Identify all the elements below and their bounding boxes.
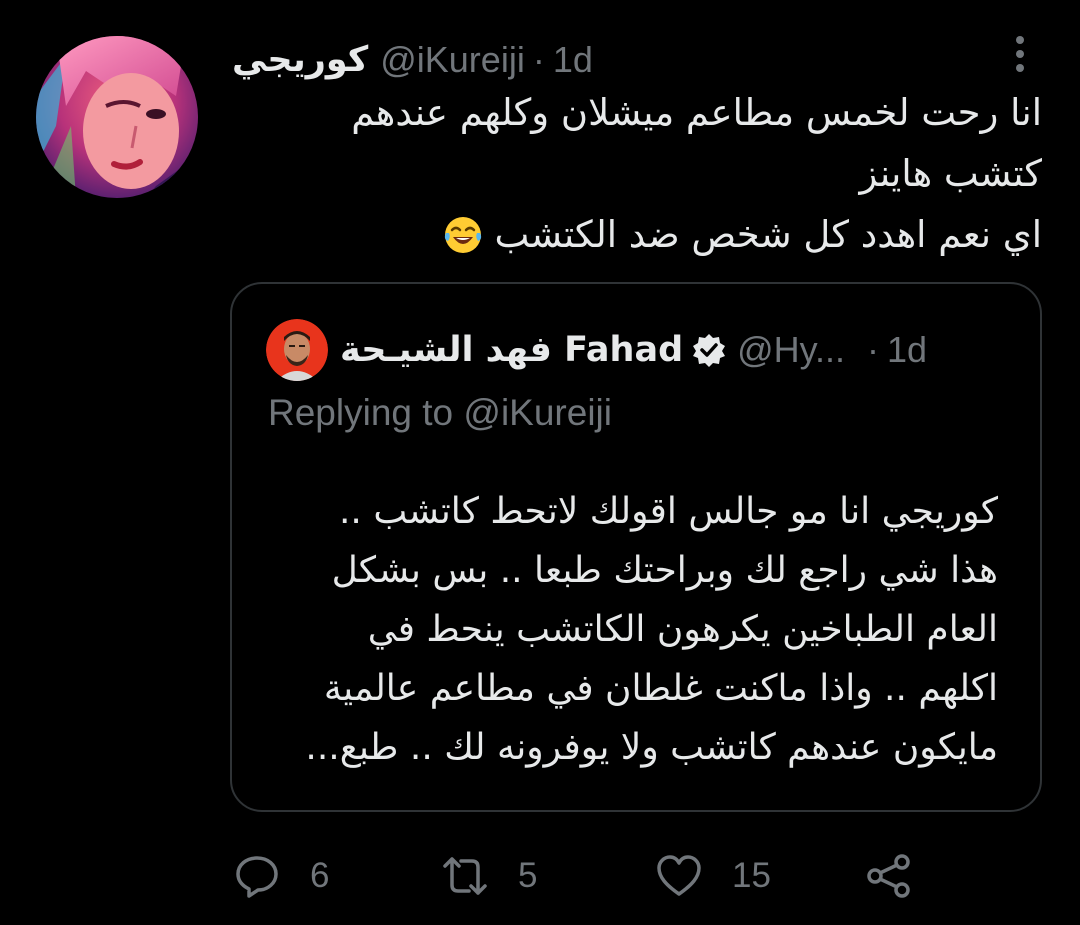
- author-display-name[interactable]: كوريجي: [232, 40, 368, 80]
- retweet-button[interactable]: 5: [442, 846, 537, 906]
- tweet-text-line: اي نعم اهدد كل شخص ضد الكتشب: [232, 204, 1042, 265]
- quoted-text-line: مايكون عندهم كاتشب ولا يوفرونه لك .. طبع…: [305, 727, 998, 768]
- heart-icon: [657, 855, 701, 896]
- quoted-author-avatar[interactable]: [266, 319, 328, 381]
- replying-to-label: Replying to: [268, 392, 454, 433]
- replying-to-line: Replying to @iKureiji: [268, 392, 612, 434]
- like-count: 15: [732, 856, 771, 895]
- quoted-tweet-header: فهد الشيـحة Fahad @Hy... · 1d: [266, 319, 1006, 381]
- tweet-actions: 6 5 15: [234, 846, 934, 906]
- reply-count: 6: [310, 856, 330, 895]
- author-handle[interactable]: @iKureiji: [380, 39, 525, 81]
- tweet-text: انا رحت لخمس مطاعم ميشلان وكلهم عندهم كت…: [232, 82, 1042, 265]
- retweet-icon: [443, 857, 487, 895]
- quoted-text-line: هذا شي راجع لك وبراحتك طبعا .. بس بشكل: [331, 550, 998, 591]
- quoted-text-line: العام الطباخين يكرهون الكاتشب ينحط في: [367, 609, 998, 650]
- more-vertical-icon[interactable]: [1006, 34, 1034, 74]
- tweet-text-line-content: اي نعم اهدد كل شخص ضد الكتشب: [494, 213, 1042, 256]
- quoted-tweet-text: كوريجي انا مو جالس اقولك لاتحط كاتشب .. …: [258, 482, 998, 777]
- reply-bubble-icon: [236, 856, 278, 898]
- replying-to-mention[interactable]: @iKureiji: [463, 392, 612, 433]
- reply-button[interactable]: 6: [234, 846, 329, 906]
- tweet-timestamp[interactable]: 1d: [553, 39, 593, 81]
- tweet-text-line: انا رحت لخمس مطاعم ميشلان وكلهم عندهم: [351, 91, 1042, 134]
- share-button[interactable]: [866, 846, 912, 906]
- quoted-tweet[interactable]: فهد الشيـحة Fahad @Hy... · 1d Replying t…: [230, 282, 1042, 812]
- tweet[interactable]: كوريجي @iKureiji · 1d انا رحت لخمس مطاعم…: [0, 0, 1080, 925]
- laughing-crying-emoji-icon: [443, 212, 483, 253]
- like-button[interactable]: 15: [656, 846, 771, 906]
- tweet-header: كوريجي @iKureiji · 1d: [232, 30, 593, 90]
- separator-dot: ·: [867, 329, 880, 370]
- author-avatar[interactable]: [36, 36, 198, 198]
- quoted-text-line: كوريجي انا مو جالس اقولك لاتحط كاتشب ..: [338, 491, 998, 532]
- verified-badge-icon: [691, 332, 727, 368]
- separator-dot: ·: [532, 39, 545, 80]
- tweet-text-line: كتشب هاينز: [859, 152, 1042, 195]
- quoted-tweet-timestamp[interactable]: 1d: [887, 329, 927, 371]
- share-icon: [867, 854, 910, 898]
- quoted-author-display-name[interactable]: فهد الشيـحة Fahad: [340, 330, 683, 370]
- retweet-count: 5: [518, 856, 538, 895]
- quoted-author-handle[interactable]: @Hy...: [737, 329, 845, 371]
- quoted-text-line: اكلهم .. واذا ماكنت غلطان في مطاعم عالمي…: [323, 668, 998, 709]
